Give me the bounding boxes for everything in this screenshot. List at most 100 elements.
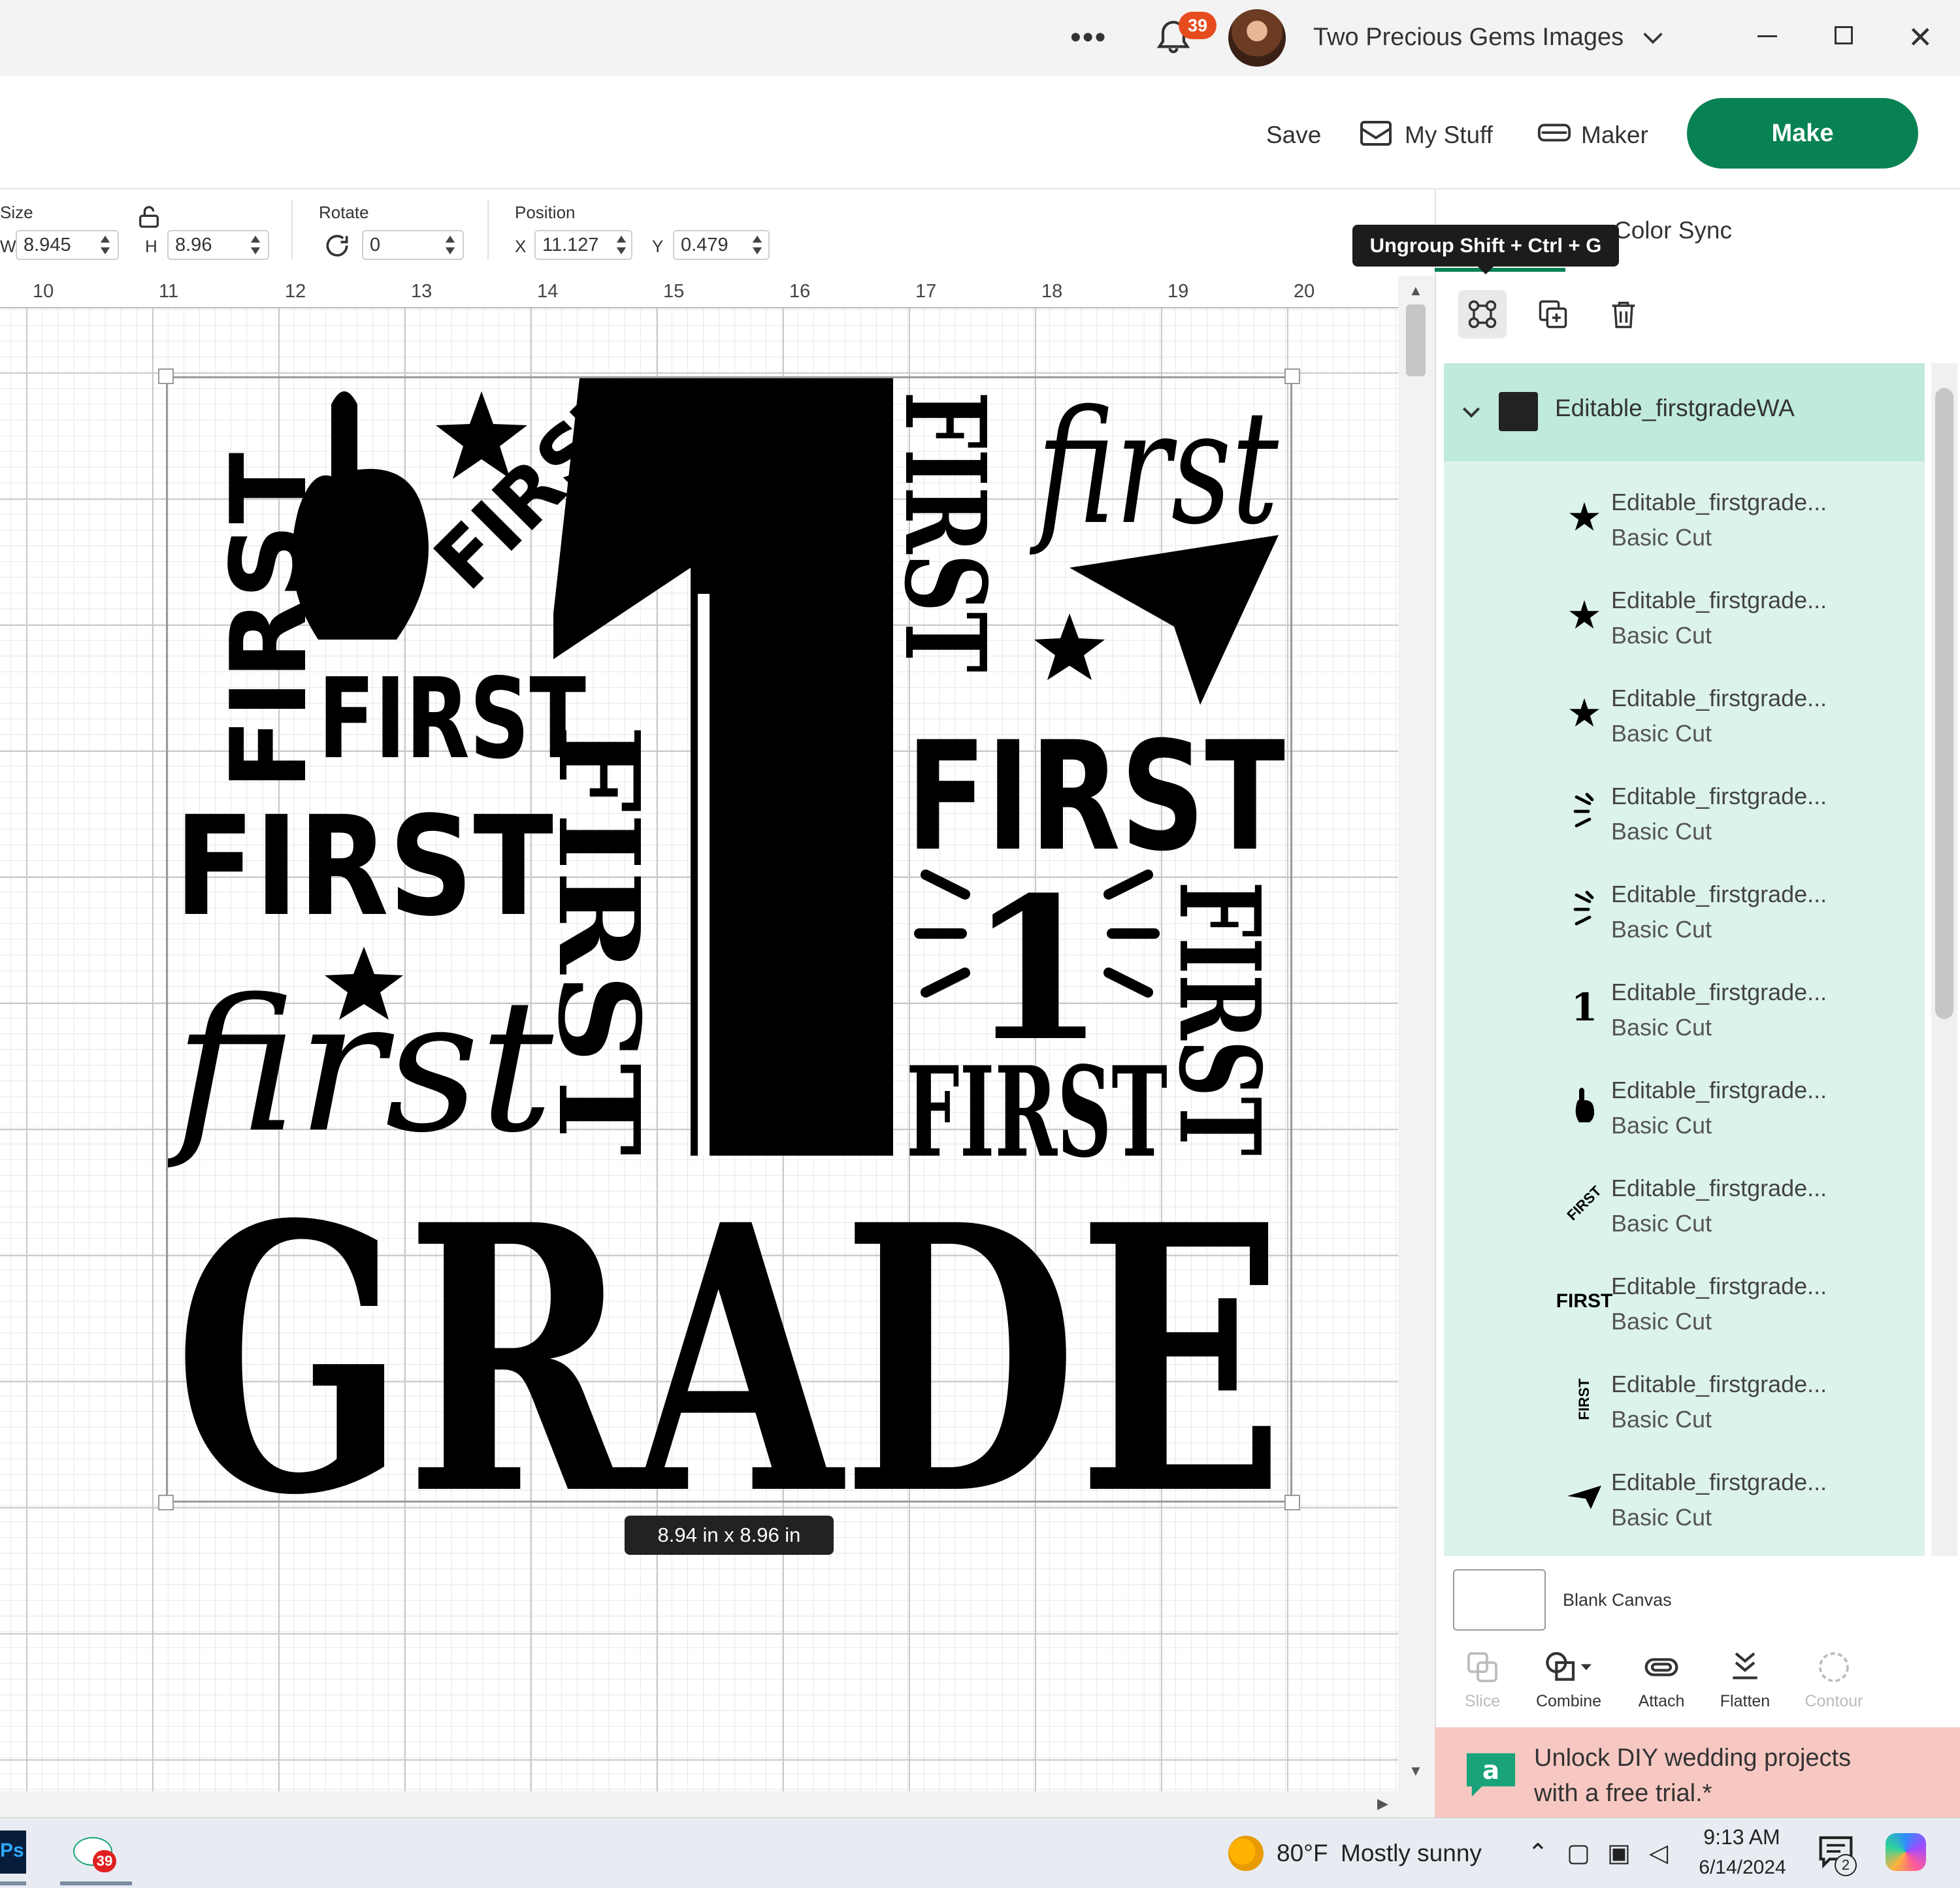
layer-cut-type: Basic Cut <box>1611 1504 1712 1531</box>
clock-date[interactable]: 6/14/2024 <box>1695 1857 1790 1879</box>
size-readout: 8.94 in x 8.96 in <box>625 1516 834 1555</box>
account-name[interactable]: Two Precious Gems Images <box>1313 24 1624 52</box>
y-position-stepper[interactable] <box>751 233 763 257</box>
layer-row[interactable]: FIRST Editable_firstgrade... Basic Cut <box>1444 1352 1925 1450</box>
ruler-tick-label: 17 <box>915 281 937 302</box>
make-button[interactable]: Make <box>1687 98 1918 169</box>
volume-icon[interactable]: ◁ <box>1649 1838 1668 1868</box>
layer-name: Editable_firstgrade... <box>1611 685 1827 711</box>
pointing-hand-icon <box>1548 1084 1620 1126</box>
layer-row[interactable]: FIRST Editable_firstgrade... Basic Cut <box>1444 1156 1925 1254</box>
layer-cut-type: Basic Cut <box>1611 1014 1712 1041</box>
layer-name: Editable_firstgrade... <box>1611 1273 1827 1299</box>
network-icon[interactable]: ▣ <box>1607 1838 1631 1868</box>
blank-canvas-swatch[interactable] <box>1453 1569 1546 1631</box>
ungroup-button[interactable] <box>1458 290 1507 338</box>
layer-cut-type: Basic Cut <box>1611 1112 1712 1139</box>
maximize-button[interactable] <box>1835 26 1853 44</box>
copilot-icon[interactable] <box>1886 1833 1926 1871</box>
duplicate-button[interactable] <box>1529 290 1577 338</box>
weather-desc[interactable]: Mostly sunny <box>1341 1840 1482 1867</box>
delete-button[interactable] <box>1599 290 1648 338</box>
lock-icon[interactable] <box>136 204 162 230</box>
more-options-button[interactable]: ••• <box>1070 20 1107 56</box>
flatten-button[interactable]: Flatten <box>1703 1649 1788 1711</box>
save-button[interactable]: Save <box>1266 122 1321 149</box>
machine-icon[interactable] <box>1537 119 1572 146</box>
scroll-right-icon[interactable]: ▶ <box>1377 1795 1388 1812</box>
width-stepper[interactable] <box>99 233 111 257</box>
chevron-up-icon[interactable]: ⌃ <box>1527 1838 1548 1868</box>
layer-name: Editable_firstgrade... <box>1611 489 1827 515</box>
paper-plane-shape <box>1070 535 1279 705</box>
scroll-up-icon[interactable]: ▲ <box>1409 282 1423 299</box>
rays-icon <box>1548 888 1620 930</box>
close-icon[interactable]: ✕ <box>1908 20 1933 55</box>
ruler-tick-label: 20 <box>1294 281 1315 302</box>
layer-name: Editable_firstgrade... <box>1611 783 1827 809</box>
maker-button[interactable]: Maker <box>1581 122 1648 149</box>
weather-icon[interactable] <box>1228 1836 1264 1871</box>
contour-button[interactable]: Contour <box>1791 1649 1876 1711</box>
size-label: Size <box>0 203 33 222</box>
ruler-tick-label: 14 <box>537 281 559 302</box>
layer-row[interactable]: Editable_firstgrade... Basic Cut <box>1444 1450 1925 1548</box>
word-first-script: first <box>1030 378 1279 559</box>
running-indicator <box>0 1881 26 1885</box>
layer-row[interactable]: Editable_firstgrade... Basic Cut <box>1444 764 1925 862</box>
layer-row[interactable]: FIRST Editable_firstgrade... Basic Cut <box>1444 1254 1925 1352</box>
resize-handle-top-left[interactable] <box>158 368 174 384</box>
clock-time[interactable]: 9:13 AM <box>1703 1825 1781 1849</box>
rotate-stepper[interactable] <box>444 233 456 257</box>
layers-scroll-thumb[interactable] <box>1935 388 1953 1019</box>
scroll-thumb[interactable] <box>1406 304 1426 376</box>
scroll-down-icon[interactable]: ▼ <box>1409 1763 1423 1780</box>
layer-cut-type: Basic Cut <box>1611 1210 1712 1237</box>
layer-row[interactable]: 1 Editable_firstgrade... Basic Cut <box>1444 960 1925 1058</box>
layer-row[interactable]: Editable_firstgrade... Basic Cut <box>1444 1058 1925 1156</box>
avatar[interactable] <box>1228 9 1286 67</box>
word-first: FIRST <box>174 787 553 947</box>
layer-row[interactable]: ★ Editable_firstgrade... Basic Cut <box>1444 470 1925 568</box>
attach-label: Attach <box>1638 1692 1685 1710</box>
star-icon: ★ <box>1567 691 1602 735</box>
group-thumbnail <box>1499 392 1538 431</box>
ruler-tick-label: 18 <box>1041 281 1063 302</box>
ruler-tick-label: 16 <box>789 281 811 302</box>
tooltip-arrow <box>1477 265 1495 274</box>
word-first: FIRST <box>1154 881 1284 1156</box>
combine-button[interactable]: Combine <box>1526 1649 1611 1711</box>
trash-icon <box>1612 301 1635 329</box>
inbox-icon[interactable] <box>1359 118 1393 148</box>
toolbar-divider <box>291 200 293 260</box>
chevron-down-icon[interactable] <box>1458 399 1484 425</box>
resize-handle-bottom-right[interactable] <box>1284 1495 1300 1510</box>
word-first: FIRST <box>879 391 1010 672</box>
word-first-script: first <box>168 960 554 1173</box>
resize-handle-bottom-left[interactable] <box>158 1495 174 1510</box>
tab-color-sync[interactable]: Color Sync <box>1614 217 1732 244</box>
canvas-horizontal-scrollbar[interactable]: ▶ <box>0 1791 1398 1817</box>
x-position-stepper[interactable] <box>615 233 627 257</box>
layer-cut-type: Basic Cut <box>1611 916 1712 943</box>
blank-canvas-label: Blank Canvas <box>1563 1590 1672 1610</box>
layer-row[interactable]: ★ Editable_firstgrade... Basic Cut <box>1444 666 1925 764</box>
my-stuff-button[interactable]: My Stuff <box>1405 122 1493 149</box>
slice-button[interactable]: Slice <box>1440 1649 1525 1711</box>
header-bar <box>0 76 1960 189</box>
rotate-icon[interactable] <box>323 231 351 260</box>
minimize-button[interactable] <box>1757 35 1777 37</box>
attach-icon <box>1644 1658 1678 1676</box>
cricut-app-icon[interactable]: 39 <box>71 1831 118 1874</box>
chevron-down-icon[interactable] <box>1639 25 1667 51</box>
attach-button[interactable]: Attach <box>1619 1649 1704 1711</box>
resize-handle-top-right[interactable] <box>1284 368 1300 384</box>
height-stepper[interactable] <box>250 233 261 257</box>
weather-temp[interactable]: 80°F <box>1277 1840 1328 1867</box>
layer-row[interactable]: ★ Editable_firstgrade... Basic Cut <box>1444 568 1925 666</box>
camera-icon[interactable]: ▢ <box>1567 1838 1590 1868</box>
layer-row[interactable]: Editable_firstgrade... Basic Cut <box>1444 862 1925 960</box>
selected-design-group[interactable]: 1 FIRST FIRST FIRST first FIRST FIRST FI… <box>163 364 1292 1576</box>
canvas-vertical-scrollbar[interactable]: ▲ ▼ <box>1398 276 1435 1791</box>
photoshop-app-icon[interactable]: Ps <box>0 1831 26 1874</box>
